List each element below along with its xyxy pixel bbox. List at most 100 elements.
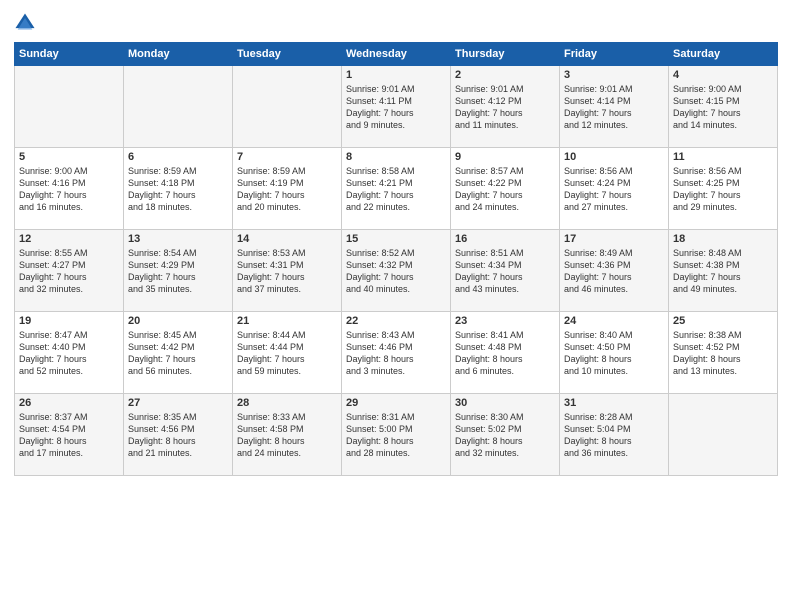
day-number: 4 (673, 69, 773, 81)
calendar-cell: 9 Sunrise: 8:57 AM Sunset: 4:22 PM Daylig… (451, 148, 560, 230)
logo (14, 12, 40, 34)
day-number: 7 (237, 151, 337, 163)
calendar-cell: 31 Sunrise: 8:28 AM Sunset: 5:04 PM Dayli… (560, 394, 669, 476)
day-number: 25 (673, 315, 773, 327)
calendar-cell: 11 Sunrise: 8:56 AM Sunset: 4:25 PM Dayli… (669, 148, 778, 230)
calendar-container: SundayMondayTuesdayWednesdayThursdayFrid… (0, 0, 792, 612)
calendar-week-row: 12 Sunrise: 8:55 AM Sunset: 4:27 PM Dayli… (15, 230, 778, 312)
logo-icon (14, 12, 36, 34)
day-info: Sunrise: 9:00 AM Sunset: 4:16 PM Dayligh… (19, 165, 119, 214)
day-info: Sunrise: 8:35 AM Sunset: 4:56 PM Dayligh… (128, 411, 228, 460)
day-info: Sunrise: 8:30 AM Sunset: 5:02 PM Dayligh… (455, 411, 555, 460)
calendar-cell: 2 Sunrise: 9:01 AM Sunset: 4:12 PM Daylig… (451, 66, 560, 148)
calendar-cell: 24Sunrise: 8:40 AM Sunset: 4:50 PM Dayli… (560, 312, 669, 394)
calendar-cell: 20Sunrise: 8:45 AM Sunset: 4:42 PM Dayli… (124, 312, 233, 394)
day-number: 21 (237, 315, 337, 327)
day-number: 17 (564, 233, 664, 245)
calendar-cell: 6 Sunrise: 8:59 AM Sunset: 4:18 PM Daylig… (124, 148, 233, 230)
day-number: 12 (19, 233, 119, 245)
calendar-week-row: 5Sunrise: 9:00 AM Sunset: 4:16 PM Daylig… (15, 148, 778, 230)
calendar-cell: 16 Sunrise: 8:51 AM Sunset: 4:34 PM Dayli… (451, 230, 560, 312)
day-number: 14 (237, 233, 337, 245)
day-info: Sunrise: 9:01 AM Sunset: 4:14 PM Dayligh… (564, 83, 664, 132)
header (14, 12, 778, 34)
calendar-cell: 29Sunrise: 8:31 AM Sunset: 5:00 PM Dayli… (342, 394, 451, 476)
day-number: 10 (564, 151, 664, 163)
calendar-cell: 22 Sunrise: 8:43 AM Sunset: 4:46 PM Dayli… (342, 312, 451, 394)
day-number: 6 (128, 151, 228, 163)
calendar-cell (669, 394, 778, 476)
day-number: 22 (346, 315, 446, 327)
day-info: Sunrise: 8:52 AM Sunset: 4:32 PM Dayligh… (346, 247, 446, 296)
calendar-week-row: 26Sunrise: 8:37 AM Sunset: 4:54 PM Dayli… (15, 394, 778, 476)
day-info: Sunrise: 8:54 AM Sunset: 4:29 PM Dayligh… (128, 247, 228, 296)
calendar-cell: 7 Sunrise: 8:59 AM Sunset: 4:19 PM Daylig… (233, 148, 342, 230)
day-info: Sunrise: 8:55 AM Sunset: 4:27 PM Dayligh… (19, 247, 119, 296)
calendar-cell: 8 Sunrise: 8:58 AM Sunset: 4:21 PM Daylig… (342, 148, 451, 230)
calendar-cell: 10 Sunrise: 8:56 AM Sunset: 4:24 PM Dayli… (560, 148, 669, 230)
day-info: Sunrise: 8:58 AM Sunset: 4:21 PM Dayligh… (346, 165, 446, 214)
day-number: 30 (455, 397, 555, 409)
day-number: 28 (237, 397, 337, 409)
day-number: 16 (455, 233, 555, 245)
calendar-cell: 21 Sunrise: 8:44 AM Sunset: 4:44 PM Dayli… (233, 312, 342, 394)
day-info: Sunrise: 8:59 AM Sunset: 4:18 PM Dayligh… (128, 165, 228, 214)
day-of-week-header: Sunday (15, 43, 124, 66)
day-info: Sunrise: 8:56 AM Sunset: 4:25 PM Dayligh… (673, 165, 773, 214)
day-info: Sunrise: 9:01 AM Sunset: 4:11 PM Dayligh… (346, 83, 446, 132)
day-number: 27 (128, 397, 228, 409)
day-info: Sunrise: 8:51 AM Sunset: 4:34 PM Dayligh… (455, 247, 555, 296)
calendar-cell: 1 Sunrise: 9:01 AM Sunset: 4:11 PM Daylig… (342, 66, 451, 148)
day-info: Sunrise: 9:00 AM Sunset: 4:15 PM Dayligh… (673, 83, 773, 132)
calendar-header-row: SundayMondayTuesdayWednesdayThursdayFrid… (15, 43, 778, 66)
day-number: 11 (673, 151, 773, 163)
day-of-week-header: Tuesday (233, 43, 342, 66)
day-number: 2 (455, 69, 555, 81)
day-number: 26 (19, 397, 119, 409)
calendar-week-row: 1 Sunrise: 9:01 AM Sunset: 4:11 PM Daylig… (15, 66, 778, 148)
calendar-cell: 17 Sunrise: 8:49 AM Sunset: 4:36 PM Dayli… (560, 230, 669, 312)
calendar-cell: 19 Sunrise: 8:47 AM Sunset: 4:40 PM Dayli… (15, 312, 124, 394)
calendar-cell (124, 66, 233, 148)
day-number: 8 (346, 151, 446, 163)
calendar-cell: 23Sunrise: 8:41 AM Sunset: 4:48 PM Dayli… (451, 312, 560, 394)
day-info: Sunrise: 8:43 AM Sunset: 4:46 PM Dayligh… (346, 329, 446, 378)
day-info: Sunrise: 8:56 AM Sunset: 4:24 PM Dayligh… (564, 165, 664, 214)
day-number: 3 (564, 69, 664, 81)
calendar-cell: 27 Sunrise: 8:35 AM Sunset: 4:56 PM Dayli… (124, 394, 233, 476)
calendar-cell: 12 Sunrise: 8:55 AM Sunset: 4:27 PM Dayli… (15, 230, 124, 312)
day-info: Sunrise: 8:33 AM Sunset: 4:58 PM Dayligh… (237, 411, 337, 460)
day-number: 19 (19, 315, 119, 327)
day-info: Sunrise: 8:28 AM Sunset: 5:04 PM Dayligh… (564, 411, 664, 460)
calendar-week-row: 19 Sunrise: 8:47 AM Sunset: 4:40 PM Dayli… (15, 312, 778, 394)
calendar-cell: 25 Sunrise: 8:38 AM Sunset: 4:52 PM Dayli… (669, 312, 778, 394)
day-number: 23 (455, 315, 555, 327)
day-info: Sunrise: 8:59 AM Sunset: 4:19 PM Dayligh… (237, 165, 337, 214)
calendar-table: SundayMondayTuesdayWednesdayThursdayFrid… (14, 42, 778, 476)
day-info: Sunrise: 8:44 AM Sunset: 4:44 PM Dayligh… (237, 329, 337, 378)
day-info: Sunrise: 8:47 AM Sunset: 4:40 PM Dayligh… (19, 329, 119, 378)
day-info: Sunrise: 8:57 AM Sunset: 4:22 PM Dayligh… (455, 165, 555, 214)
day-of-week-header: Wednesday (342, 43, 451, 66)
day-info: Sunrise: 8:49 AM Sunset: 4:36 PM Dayligh… (564, 247, 664, 296)
day-info: Sunrise: 8:40 AM Sunset: 4:50 PM Dayligh… (564, 329, 664, 378)
calendar-cell: 14 Sunrise: 8:53 AM Sunset: 4:31 PM Dayli… (233, 230, 342, 312)
calendar-cell: 28 Sunrise: 8:33 AM Sunset: 4:58 PM Dayli… (233, 394, 342, 476)
day-info: Sunrise: 9:01 AM Sunset: 4:12 PM Dayligh… (455, 83, 555, 132)
calendar-cell (233, 66, 342, 148)
calendar-cell: 26Sunrise: 8:37 AM Sunset: 4:54 PM Dayli… (15, 394, 124, 476)
day-info: Sunrise: 8:38 AM Sunset: 4:52 PM Dayligh… (673, 329, 773, 378)
day-of-week-header: Monday (124, 43, 233, 66)
day-number: 1 (346, 69, 446, 81)
calendar-cell: 4 Sunrise: 9:00 AM Sunset: 4:15 PM Daylig… (669, 66, 778, 148)
day-number: 29 (346, 397, 446, 409)
day-of-week-header: Friday (560, 43, 669, 66)
calendar-cell: 13Sunrise: 8:54 AM Sunset: 4:29 PM Dayli… (124, 230, 233, 312)
day-number: 20 (128, 315, 228, 327)
day-of-week-header: Thursday (451, 43, 560, 66)
day-number: 31 (564, 397, 664, 409)
day-info: Sunrise: 8:53 AM Sunset: 4:31 PM Dayligh… (237, 247, 337, 296)
day-info: Sunrise: 8:48 AM Sunset: 4:38 PM Dayligh… (673, 247, 773, 296)
calendar-cell: 3 Sunrise: 9:01 AM Sunset: 4:14 PM Daylig… (560, 66, 669, 148)
day-number: 9 (455, 151, 555, 163)
